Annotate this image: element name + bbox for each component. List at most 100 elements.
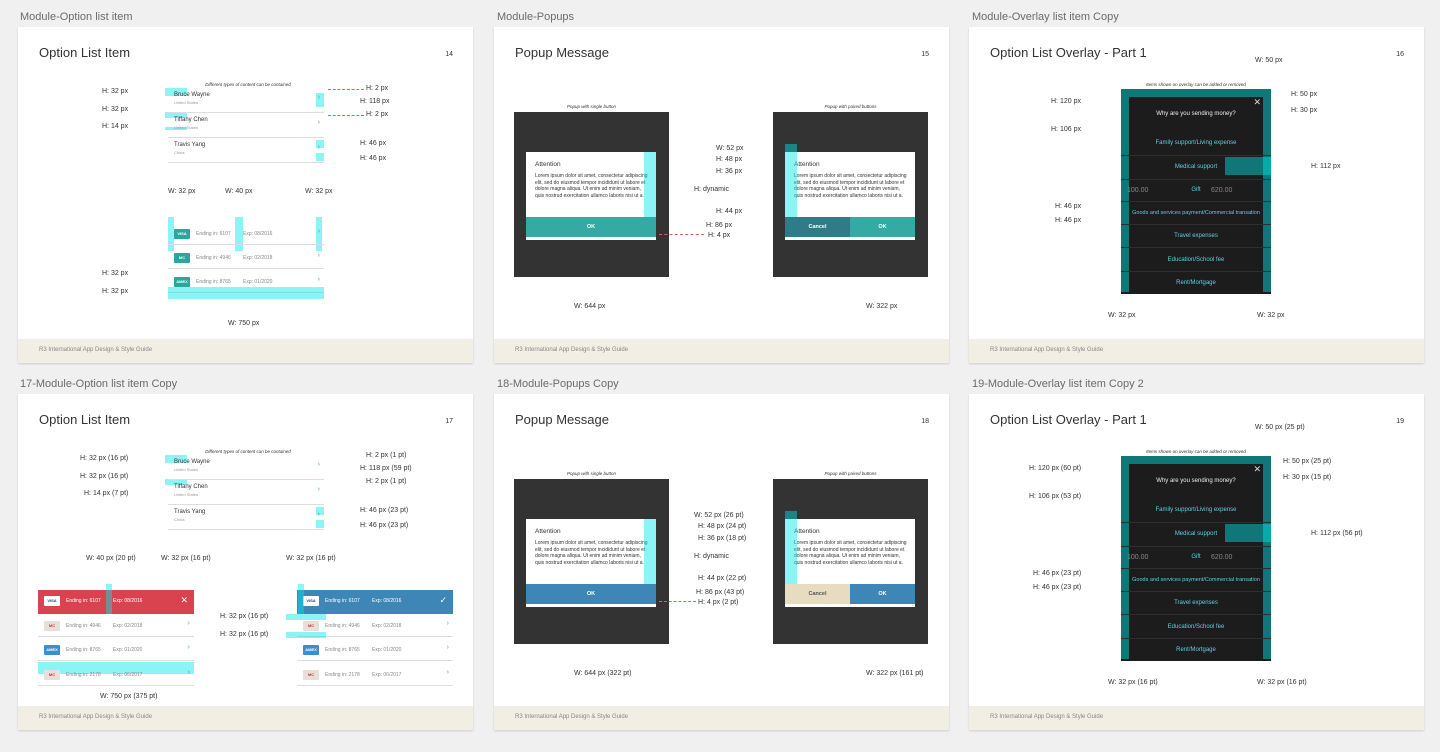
list-item[interactable]: Bruce Wayne United States › <box>168 456 324 480</box>
dim-label: H: 86 px (43 pt) <box>696 589 745 596</box>
page-number: 19 <box>1396 418 1404 425</box>
overlay-item[interactable]: Family support/Living expense <box>1121 507 1271 513</box>
dim-label: W: 32 px (16 pt) <box>161 555 211 562</box>
card-list-item[interactable]: MC Ending in: 2178 Exp: 06/2017 › <box>297 664 453 686</box>
dim-label: H: 2 px <box>366 111 389 118</box>
dim-label: H: 106 px (53 pt) <box>1029 493 1082 500</box>
card-list-item-delete[interactable]: VISA Ending in: 6107 Exp: 08/2016 ✕ <box>38 590 194 614</box>
frame-label[interactable]: 18-Module-Popups Copy <box>497 378 619 390</box>
chevron-right-icon: › <box>187 644 190 651</box>
dim-label: H: 44 px <box>716 208 743 215</box>
overlay-item[interactable]: Goods and services payment/Commercial tr… <box>1121 210 1271 216</box>
overlay-item[interactable]: Education/School fee <box>1121 257 1271 263</box>
list-item[interactable]: Tiffany Chen United States › <box>168 481 324 505</box>
dim-label: H: 32 px <box>102 106 129 113</box>
card-expiry: Exp: 06/2017 <box>372 672 402 678</box>
dim-label: W: 322 px (161 pt) <box>866 670 924 677</box>
dim-label: H: 46 px <box>360 155 387 162</box>
artboard-overlay-copy: Option List Overlay - Part 1 19 W: 50 px… <box>969 394 1424 730</box>
dialog-title: Attention <box>794 161 820 168</box>
card-list-item[interactable]: AMEX Ending in: 8765 Exp: 01/2020 › <box>38 639 194 661</box>
overlay-item[interactable]: Medical support <box>1121 531 1271 537</box>
page-number: 15 <box>921 51 929 58</box>
frame-label[interactable]: 17-Module-Option list item Copy <box>20 378 177 390</box>
overlay-item[interactable]: Travel expenses <box>1121 600 1271 606</box>
spec-highlight <box>644 519 656 584</box>
card-ending: Ending in: 4946 <box>66 623 101 629</box>
list-item[interactable]: Travis Yang China › <box>168 139 324 163</box>
dialog-title: Attention <box>535 528 561 535</box>
dim-label: H: 120 px (60 pt) <box>1029 465 1082 472</box>
card-brand-icon: AMEX <box>174 277 190 287</box>
overlay-item[interactable]: Medical support <box>1121 164 1271 170</box>
ok-button[interactable]: OK <box>850 584 915 604</box>
caption: Items shown on overlay can be added or r… <box>1146 449 1246 454</box>
dim-label: H: 36 px (18 pt) <box>698 535 747 542</box>
dim-line <box>328 115 364 116</box>
dim-label: H: 32 px (16 pt) <box>80 455 129 462</box>
checkmark-icon: ✓ <box>439 595 447 605</box>
dim-line <box>659 601 696 602</box>
chevron-right-icon: › <box>317 144 320 151</box>
overlay-item[interactable]: Goods and services payment/Commercial tr… <box>1121 577 1271 583</box>
divider <box>1121 247 1271 248</box>
divider <box>1121 201 1271 202</box>
card-list-item-selected[interactable]: VISA Ending in: 6107 Exp: 08/2016 ✓ <box>297 590 453 614</box>
page-title: Option List Item <box>39 45 131 60</box>
list-item[interactable]: Bruce Wayne United States › <box>168 89 324 113</box>
overlay-item[interactable]: Travel expenses <box>1121 233 1271 239</box>
footer: R3 International App Design & Style Guid… <box>969 339 1424 363</box>
dim-label: H: 36 px <box>716 168 743 175</box>
card-ending: Ending in: 6107 <box>66 598 101 604</box>
item-subtitle: United States <box>174 492 199 497</box>
card-brand-icon: MC <box>44 621 60 631</box>
item-name: Bruce Wayne <box>174 92 210 98</box>
ok-button[interactable]: OK <box>526 217 656 237</box>
dim-label: H: 2 px (1 pt) <box>366 452 407 459</box>
frame-label[interactable]: Module-Overlay list item Copy <box>972 11 1119 23</box>
frame-label[interactable]: Module-Option list item <box>20 11 133 23</box>
card-list-item[interactable]: AMEX Ending in: 8765 Exp: 01/2020 › <box>297 639 453 661</box>
footer: R3 International App Design & Style Guid… <box>969 706 1424 730</box>
dim-label: H: 118 px (59 pt) <box>360 465 412 472</box>
dim-line <box>659 234 704 235</box>
ok-button[interactable]: OK <box>526 584 656 604</box>
card-brand-icon: AMEX <box>303 645 319 655</box>
artboard-overlay: Option List Overlay - Part 1 16 W: 50 px… <box>969 27 1424 363</box>
card-ending: Ending in: 8765 <box>325 647 360 653</box>
card-list-item[interactable]: VISA Ending in: 6107 Exp: 08/2016 › <box>168 223 324 245</box>
cancel-button[interactable]: Cancel <box>785 217 850 237</box>
card-list-item[interactable]: MC Ending in: 4946 Exp: 02/2018 › <box>168 247 324 269</box>
dim-label: W: 322 px <box>866 303 898 310</box>
spec-highlight <box>168 287 324 299</box>
card-list-item[interactable]: MC Ending in: 2178 Exp: 06/2017 › <box>38 664 194 686</box>
frame-label[interactable]: 19-Module-Overlay list item Copy 2 <box>972 378 1144 390</box>
cancel-button[interactable]: Cancel <box>785 584 850 604</box>
spec-highlight <box>286 632 326 638</box>
list-item[interactable]: Travis Yang China › <box>168 506 324 530</box>
item-subtitle: United States <box>174 100 199 105</box>
frame-label[interactable]: Module-Popups <box>497 11 574 23</box>
page-title: Option List Overlay - Part 1 <box>990 45 1147 60</box>
overlay-item[interactable]: Rent/Mortgage <box>1121 280 1271 286</box>
item-name: Travis Yang <box>174 142 206 148</box>
close-icon[interactable]: ✕ <box>1253 97 1261 108</box>
list-item[interactable]: Tiffany Chen United States › <box>168 114 324 138</box>
phone-screen: Attention Lorem ipsum dolor sit amet, co… <box>773 479 928 644</box>
close-icon[interactable]: ✕ <box>1253 464 1261 475</box>
chevron-right-icon: › <box>317 94 320 101</box>
dim-label: H: 32 px <box>102 270 129 277</box>
card-list-item[interactable]: MC Ending in: 4946 Exp: 02/2018 › <box>38 615 194 637</box>
overlay-item[interactable]: Education/School fee <box>1121 624 1271 630</box>
card-expiry: Exp: 08/2016 <box>113 598 143 604</box>
close-icon[interactable]: ✕ <box>180 595 188 606</box>
card-expiry: Exp: 02/2018 <box>243 255 273 261</box>
dim-label: H: 48 px (24 pt) <box>698 523 747 530</box>
overlay-item[interactable]: Family support/Living expense <box>1121 140 1271 146</box>
overlay-list: ✕ Why are you sending money? Family supp… <box>1121 456 1271 661</box>
page-title: Popup Message <box>515 412 609 427</box>
overlay-item[interactable]: Rent/Mortgage <box>1121 647 1271 653</box>
item-name: Tiffany Chen <box>174 117 208 123</box>
ok-button[interactable]: OK <box>850 217 915 237</box>
card-brand-icon: MC <box>174 253 190 263</box>
